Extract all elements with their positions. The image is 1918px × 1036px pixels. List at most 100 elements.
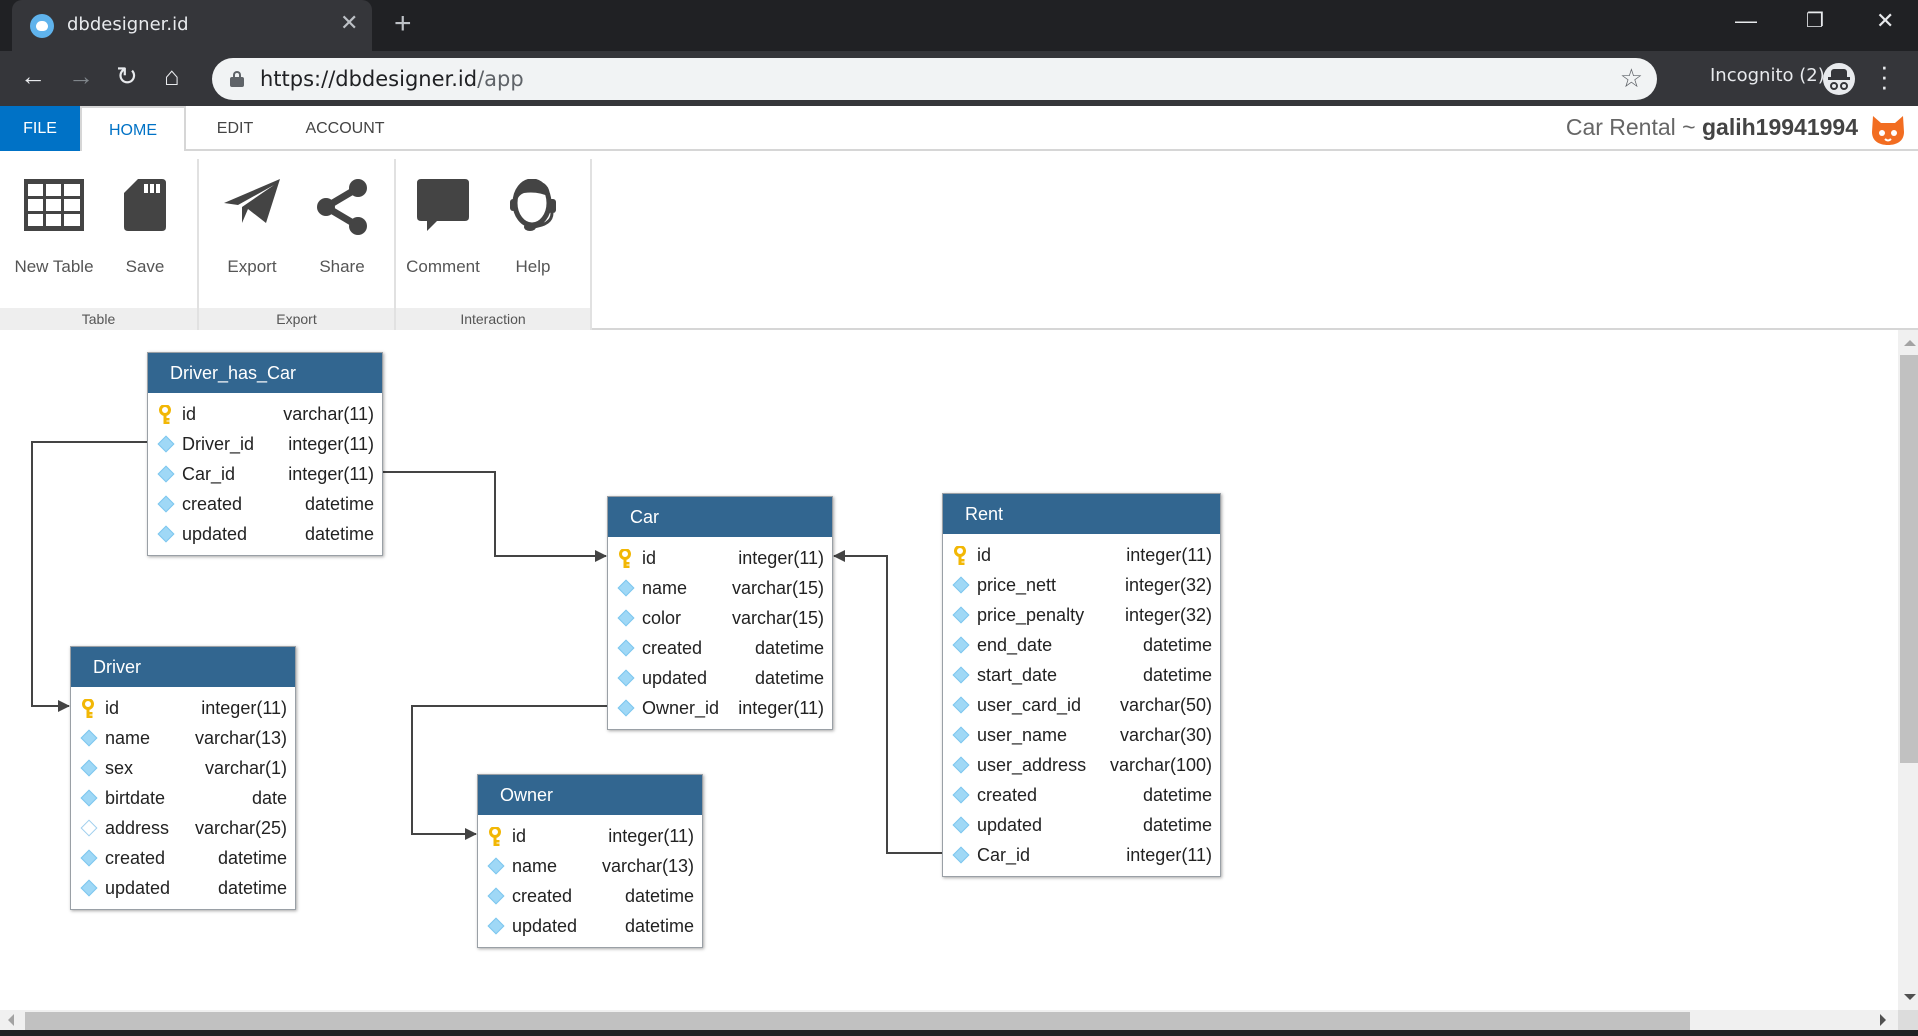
- browser-tab[interactable]: dbdesigner.id ✕: [12, 0, 372, 51]
- field-name: updated: [512, 916, 578, 936]
- back-icon[interactable]: ←: [20, 61, 46, 92]
- field-type: varchar(100): [1109, 755, 1212, 775]
- home-icon[interactable]: ⌂: [164, 61, 180, 92]
- browser-menu-icon[interactable]: · · ·: [1880, 53, 1889, 99]
- window-close-icon[interactable]: ✕: [1876, 8, 1894, 34]
- export-button[interactable]: Export: [207, 179, 297, 289]
- diagram-canvas[interactable]: Driver_has_Car id varchar(11) Driver_id int…: [0, 330, 1898, 1010]
- table-field-row[interactable]: created datetime: [478, 881, 702, 911]
- forward-icon[interactable]: →: [68, 61, 94, 92]
- table-field-row[interactable]: id integer(11): [71, 693, 295, 723]
- ribbon-group-label: Table: [0, 308, 197, 330]
- table-field-row[interactable]: created datetime: [943, 780, 1220, 810]
- field-type: datetime: [304, 524, 374, 544]
- paper-plane-icon: [224, 179, 280, 223]
- table-field-row[interactable]: updated datetime: [148, 519, 382, 549]
- minimize-icon[interactable]: —: [1735, 8, 1757, 34]
- tab-edit[interactable]: EDIT: [200, 106, 270, 151]
- table-field-row[interactable]: Car_id integer(11): [148, 459, 382, 489]
- tab-home[interactable]: HOME: [80, 106, 186, 153]
- scroll-right-icon[interactable]: [1880, 1014, 1886, 1026]
- horizontal-scrollbar[interactable]: [0, 1010, 1898, 1030]
- reload-icon[interactable]: ↻: [116, 61, 138, 92]
- restore-icon[interactable]: ❐: [1806, 8, 1824, 33]
- incognito-icon[interactable]: [1823, 63, 1855, 95]
- table-field-row[interactable]: updated datetime: [608, 663, 832, 693]
- save-button[interactable]: Save: [100, 179, 190, 289]
- url-text[interactable]: https://dbdesigner.id/app: [260, 67, 524, 91]
- horizontal-scroll-thumb[interactable]: [25, 1012, 1690, 1030]
- tab-account[interactable]: ACCOUNT: [290, 106, 400, 151]
- field-diamond-icon: [617, 579, 635, 597]
- table-field-row[interactable]: created datetime: [71, 843, 295, 873]
- scroll-up-icon[interactable]: [1904, 340, 1916, 346]
- help-button[interactable]: Help: [488, 179, 578, 289]
- vertical-scrollbar[interactable]: [1898, 330, 1918, 1010]
- table-field-row[interactable]: id varchar(11): [148, 399, 382, 429]
- table-driver-has-car[interactable]: Driver_has_Car id varchar(11) Driver_id int…: [147, 352, 383, 556]
- field-type: datetime: [1142, 635, 1212, 655]
- bookmark-star-icon[interactable]: ☆: [1620, 63, 1643, 94]
- table-field-row[interactable]: created datetime: [148, 489, 382, 519]
- field-diamond-icon: [80, 879, 98, 897]
- field-type: datetime: [1142, 785, 1212, 805]
- close-tab-icon[interactable]: ✕: [340, 10, 358, 36]
- table-field-row[interactable]: address varchar(25): [71, 813, 295, 843]
- address-bar[interactable]: https://dbdesigner.id/app ☆: [212, 58, 1657, 100]
- table-field-row[interactable]: created datetime: [608, 633, 832, 663]
- export-label: Export: [227, 257, 277, 276]
- table-field-row[interactable]: user_card_id varchar(50): [943, 690, 1220, 720]
- field-name: id: [182, 404, 197, 424]
- relation-rent-to-car[interactable]: [833, 550, 942, 854]
- comment-button[interactable]: Comment: [398, 179, 488, 289]
- table-field-row[interactable]: Car_id integer(11): [943, 840, 1220, 870]
- scroll-left-icon[interactable]: [8, 1014, 14, 1026]
- table-field-row[interactable]: updated datetime: [943, 810, 1220, 840]
- table-field-row[interactable]: id integer(11): [608, 543, 832, 573]
- table-car[interactable]: Car id integer(11) name varchar(15) color var…: [607, 496, 833, 730]
- table-field-row[interactable]: start_date datetime: [943, 660, 1220, 690]
- table-field-row[interactable]: name varchar(13): [71, 723, 295, 753]
- table-field-row[interactable]: birtdate date: [71, 783, 295, 813]
- table-header[interactable]: Driver: [71, 647, 295, 687]
- table-field-row[interactable]: updated datetime: [71, 873, 295, 903]
- table-field-row[interactable]: Owner_id integer(11): [608, 693, 832, 723]
- table-header[interactable]: Car: [608, 497, 832, 537]
- project-title: Car Rental ~ galih19941994: [1566, 114, 1858, 141]
- table-field-row[interactable]: sex varchar(1): [71, 753, 295, 783]
- vertical-scroll-thumb[interactable]: [1900, 355, 1918, 763]
- share-button[interactable]: Share: [297, 179, 387, 289]
- table-driver[interactable]: Driver id integer(11) name varchar(13) sex va…: [70, 646, 296, 910]
- new-tab-button[interactable]: +: [394, 7, 412, 41]
- field-name: Car_id: [182, 464, 236, 484]
- table-field-row[interactable]: updated datetime: [478, 911, 702, 941]
- table-field-row[interactable]: color varchar(15): [608, 603, 832, 633]
- scroll-down-icon[interactable]: [1904, 994, 1916, 1000]
- table-field-row[interactable]: name varchar(15): [608, 573, 832, 603]
- table-field-row[interactable]: end_date datetime: [943, 630, 1220, 660]
- table-field-row[interactable]: Driver_id integer(11): [148, 429, 382, 459]
- field-type: datetime: [754, 668, 824, 688]
- table-header[interactable]: Owner: [478, 775, 702, 815]
- table-field-row[interactable]: price_nett integer(32): [943, 570, 1220, 600]
- field-type: integer(11): [201, 698, 287, 718]
- mascot-cat-icon[interactable]: [1870, 114, 1906, 146]
- table-field-row[interactable]: user_name varchar(30): [943, 720, 1220, 750]
- table-header[interactable]: Rent: [943, 494, 1220, 534]
- field-diamond-icon: [952, 666, 970, 684]
- field-type: varchar(13): [601, 856, 694, 876]
- ribbon-group-export: Export Share Export: [199, 159, 396, 330]
- table-field-row[interactable]: id integer(11): [478, 821, 702, 851]
- table-field-row[interactable]: user_address varchar(100): [943, 750, 1220, 780]
- incognito-label: Incognito (2): [1710, 65, 1825, 86]
- table-owner[interactable]: Owner id integer(11) name varchar(13) create…: [477, 774, 703, 948]
- table-header[interactable]: Driver_has_Car: [148, 353, 382, 393]
- primary-key-icon: [953, 545, 969, 565]
- new-table-button[interactable]: New Table: [9, 179, 99, 289]
- relation-driver-has-car-to-car[interactable]: [383, 471, 607, 562]
- tab-file[interactable]: FILE: [0, 106, 80, 151]
- table-field-row[interactable]: id integer(11): [943, 540, 1220, 570]
- table-field-row[interactable]: name varchar(13): [478, 851, 702, 881]
- table-field-row[interactable]: price_penalty integer(32): [943, 600, 1220, 630]
- table-rent[interactable]: Rent id integer(11) price_nett integer(32) p…: [942, 493, 1221, 877]
